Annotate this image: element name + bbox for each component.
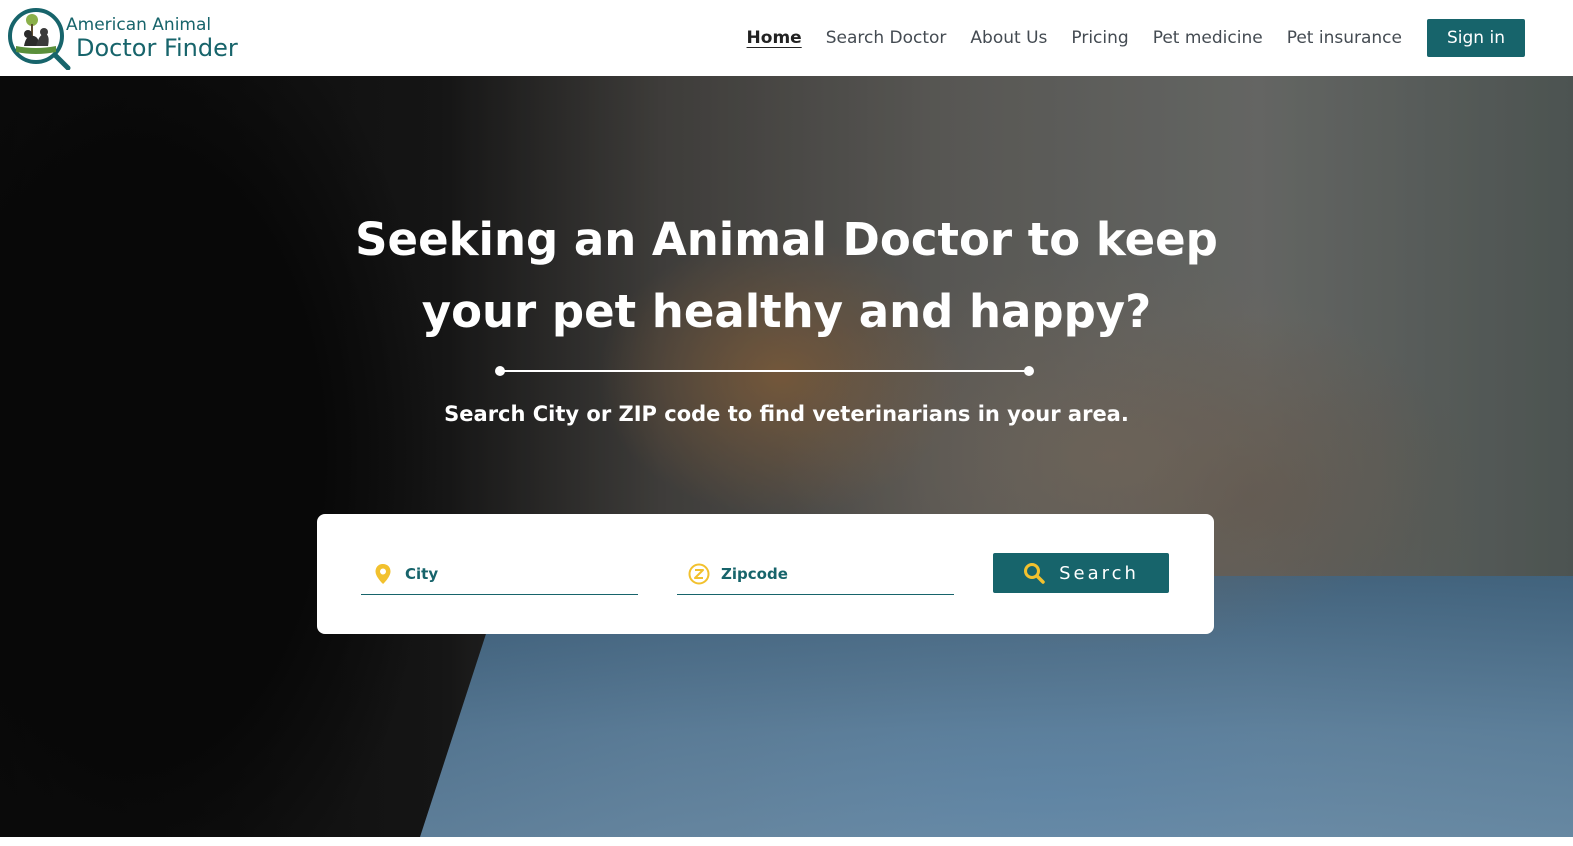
nav-pet-insurance[interactable]: Pet insurance [1287, 28, 1402, 48]
city-input[interactable] [405, 565, 625, 583]
nav-pricing[interactable]: Pricing [1071, 28, 1128, 48]
nav-home[interactable]: Home [747, 28, 802, 48]
nav-pet-medicine[interactable]: Pet medicine [1153, 28, 1263, 48]
hero-title: Seeking an Animal Doctor to keep your pe… [0, 204, 1573, 348]
sign-in-button[interactable]: Sign in [1427, 19, 1525, 57]
nav-search-doctor[interactable]: Search Doctor [826, 28, 947, 48]
hero-background-person [0, 76, 480, 837]
zipcode-field[interactable] [677, 554, 954, 595]
search-button[interactable]: Search [993, 553, 1169, 593]
logo-magnifier-pets-icon [6, 6, 72, 71]
main-nav: Home Search Doctor About Us Pricing Pet … [723, 19, 1525, 57]
brand-line1: American Animal [66, 14, 212, 35]
site-logo[interactable]: American Animal Doctor Finder [6, 6, 238, 71]
search-button-label: Search [1059, 562, 1139, 584]
hero-subtitle: Search City or ZIP code to find veterina… [444, 402, 1129, 426]
zipcode-icon [677, 563, 721, 585]
hero-section [0, 76, 1573, 837]
hero-divider [495, 366, 1034, 376]
nav-about-us[interactable]: About Us [970, 28, 1047, 48]
site-header: American Animal Doctor Finder Home Searc… [0, 0, 1573, 76]
zipcode-input[interactable] [721, 565, 941, 583]
map-pin-icon [361, 563, 405, 585]
brand-line2: Doctor Finder [76, 33, 238, 62]
divider-dot-left [495, 366, 505, 376]
search-card: Search [317, 514, 1214, 634]
hero-title-line1: Seeking an Animal Doctor to keep [355, 213, 1218, 266]
city-field[interactable] [361, 554, 638, 595]
search-icon [1023, 562, 1045, 584]
hero-title-line2: your pet healthy and happy? [421, 285, 1152, 338]
divider-line [500, 370, 1029, 372]
divider-dot-right [1024, 366, 1034, 376]
